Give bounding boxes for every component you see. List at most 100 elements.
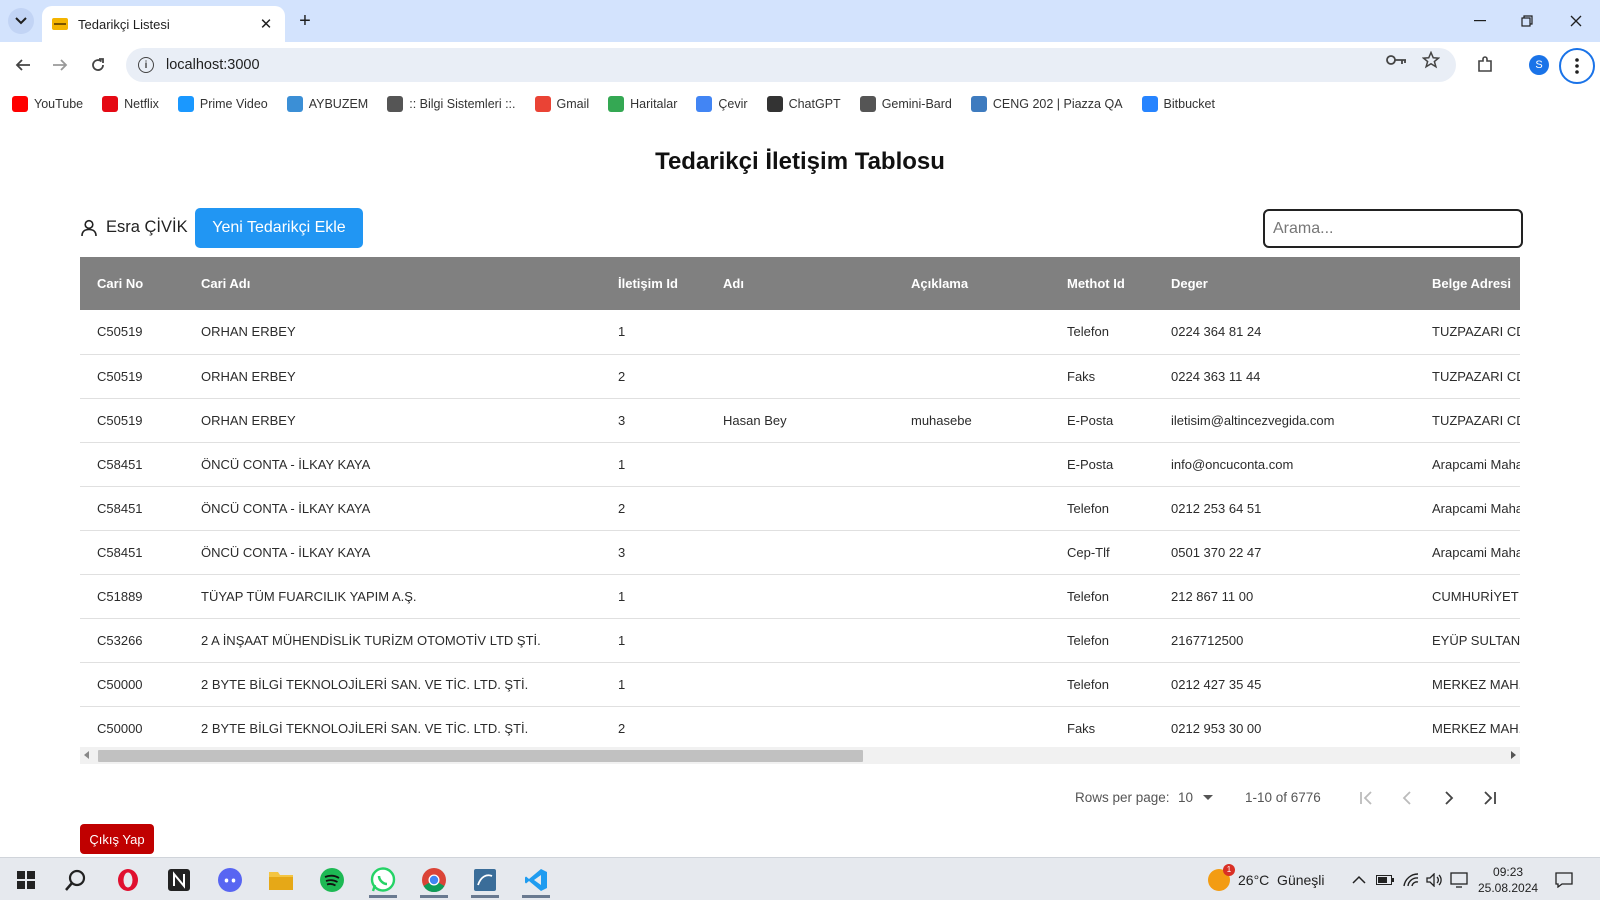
- file-explorer-icon[interactable]: [261, 862, 301, 898]
- table-cell: C50000: [97, 720, 143, 736]
- table-row[interactable]: C51889 TÜYAP TÜM FUARCILIK YAPIM A.Ş. 1 Tel…: [80, 574, 1520, 618]
- table-cell: [706, 486, 894, 530]
- table-cell: Faks: [1067, 720, 1096, 736]
- bookmark-label: :: Bilgi Sistemleri ::.: [409, 97, 516, 111]
- bookmark-item[interactable]: Bitbucket: [1141, 96, 1215, 112]
- table-cell: C58451: [97, 544, 143, 560]
- table-row[interactable]: C58451 ÖNCÜ CONTA - İLKAY KAYA 2 Telefon 021…: [80, 486, 1520, 530]
- bookmark-item[interactable]: Gemini-Bard: [859, 96, 952, 112]
- table-cell: [894, 662, 1050, 706]
- column-header[interactable]: Adı: [706, 257, 894, 310]
- bookmark-item[interactable]: Çevir: [696, 96, 748, 112]
- scroll-left-icon[interactable]: [84, 751, 89, 759]
- first-page-icon[interactable]: [1352, 784, 1380, 812]
- table-cell: [894, 310, 1050, 354]
- table-cell: C58451: [97, 500, 143, 516]
- chrome-icon[interactable]: [414, 862, 454, 898]
- column-header[interactable]: Cari No: [80, 257, 184, 310]
- system-clock[interactable]: 09:23 25.08.2024: [1478, 864, 1538, 896]
- table-row[interactable]: C53266 2 A İNŞAAT MÜHENDİSLİK TURİZM OTOM…: [80, 618, 1520, 662]
- opera-icon[interactable]: [108, 862, 148, 898]
- battery-icon[interactable]: [1376, 858, 1394, 900]
- profile-avatar[interactable]: S: [1529, 55, 1549, 75]
- spotify-icon[interactable]: [312, 862, 352, 898]
- table-row[interactable]: C58451 ÖNCÜ CONTA - İLKAY KAYA 1 E-Posta inf…: [80, 442, 1520, 486]
- tab-search-button[interactable]: [8, 8, 34, 34]
- column-header[interactable]: Methot Id: [1050, 257, 1154, 310]
- network-display-icon[interactable]: [1450, 858, 1468, 900]
- browser-tab-active[interactable]: Tedarikçi Listesi ✕: [42, 6, 285, 42]
- mysql-workbench-icon[interactable]: [465, 862, 505, 898]
- add-supplier-button[interactable]: Yeni Tedarikçi Ekle: [195, 208, 363, 248]
- column-header[interactable]: Deger: [1154, 257, 1415, 310]
- table-cell: [894, 574, 1050, 618]
- restore-icon[interactable]: [1512, 8, 1542, 34]
- last-page-icon[interactable]: [1476, 784, 1504, 812]
- horizontal-scrollbar[interactable]: [80, 747, 1520, 764]
- bookmark-item[interactable]: AYBUZEM: [286, 96, 368, 112]
- back-arrow-icon[interactable]: [8, 50, 38, 80]
- table-cell: [706, 662, 894, 706]
- table-cell: Telefon: [1067, 500, 1109, 516]
- browser-menu-button[interactable]: [1559, 48, 1595, 84]
- table-row[interactable]: C50519 ORHAN ERBEY 2 Faks 0224 363 11 44 TUZP…: [80, 354, 1520, 398]
- notifications-icon[interactable]: [1555, 858, 1573, 900]
- table-cell: [894, 618, 1050, 662]
- table-row[interactable]: C58451 ÖNCÜ CONTA - İLKAY KAYA 3 Cep-Tlf 050…: [80, 530, 1520, 574]
- site-info-icon[interactable]: i: [138, 57, 154, 73]
- bookmark-label: Haritalar: [630, 97, 678, 111]
- table-cell: 2: [618, 720, 626, 736]
- tray-chevron-up-icon[interactable]: [1352, 858, 1366, 900]
- whatsapp-icon[interactable]: [363, 862, 403, 898]
- bookmark-item[interactable]: Gmail: [534, 96, 589, 112]
- table-row[interactable]: C50000 2 BYTE BİLGİ TEKNOLOJİLERİ SAN. VE…: [80, 662, 1520, 706]
- notion-icon[interactable]: [159, 862, 199, 898]
- bookmark-item[interactable]: CENG 202 | Piazza QA: [970, 96, 1123, 112]
- next-page-icon[interactable]: [1435, 784, 1463, 812]
- volume-icon[interactable]: [1426, 858, 1444, 900]
- address-bar[interactable]: i localhost:3000: [126, 48, 1456, 82]
- table-cell: 2 A İNŞAAT MÜHENDİSLİK TURİZM OTOMOTİV L…: [201, 632, 541, 648]
- logout-button[interactable]: Çıkış Yap: [80, 824, 154, 854]
- table-cell: 2167712500: [1171, 632, 1244, 648]
- forward-arrow-icon[interactable]: [45, 50, 75, 80]
- table-cell: E-Posta: [1067, 456, 1114, 472]
- discord-icon[interactable]: [210, 862, 250, 898]
- column-header[interactable]: Açıklama: [894, 257, 1050, 310]
- search-input[interactable]: [1263, 209, 1523, 248]
- reload-icon[interactable]: [83, 50, 113, 80]
- table-cell: TUZPAZARI CD: [1432, 368, 1520, 384]
- table-cell: muhasebe: [911, 412, 972, 428]
- table-row[interactable]: C50000 2 BYTE BİLGİ TEKNOLOJİLERİ SAN. VE…: [80, 706, 1520, 750]
- bookmark-item[interactable]: Netflix: [102, 96, 159, 112]
- extensions-puzzle-icon[interactable]: [1472, 52, 1498, 78]
- windows-start-icon[interactable]: [6, 862, 46, 898]
- table-cell: TÜYAP TÜM FUARCILIK YAPIM A.Ş.: [201, 588, 417, 604]
- column-header[interactable]: Cari Adı: [184, 257, 601, 310]
- bookmark-item[interactable]: ChatGPT: [766, 96, 841, 112]
- scrollbar-thumb[interactable]: [98, 750, 863, 762]
- scroll-right-icon[interactable]: [1511, 751, 1516, 759]
- previous-page-icon[interactable]: [1393, 784, 1421, 812]
- table-row[interactable]: C50519 ORHAN ERBEY 3 Hasan Bey muhasebe E-Pos…: [80, 398, 1520, 442]
- table-cell: 0212 953 30 00: [1171, 720, 1262, 736]
- search-icon[interactable]: [56, 862, 96, 898]
- minimize-icon[interactable]: [1465, 8, 1495, 34]
- rows-per-page-select[interactable]: 10: [1178, 790, 1214, 805]
- table-cell: C58451: [97, 456, 143, 472]
- weather-widget[interactable]: 1 26°C Güneşli: [1208, 858, 1325, 900]
- password-key-icon[interactable]: [1384, 50, 1410, 70]
- bookmark-item[interactable]: Prime Video: [177, 96, 268, 112]
- table-row[interactable]: C50519 ORHAN ERBEY 1 Telefon 0224 364 81 24 T…: [80, 310, 1520, 354]
- bookmark-item[interactable]: :: Bilgi Sistemleri ::.: [387, 96, 516, 112]
- new-tab-button[interactable]: +: [294, 10, 316, 32]
- tab-close-icon[interactable]: ✕: [257, 15, 275, 33]
- vscode-icon[interactable]: [516, 862, 556, 898]
- column-header[interactable]: İletişim Id: [601, 257, 706, 310]
- column-header[interactable]: Belge Adresi: [1415, 257, 1520, 310]
- window-close-icon[interactable]: [1561, 8, 1591, 34]
- wifi-icon[interactable]: [1403, 858, 1419, 900]
- bookmark-star-icon[interactable]: [1418, 50, 1444, 70]
- bookmark-item[interactable]: Haritalar: [608, 96, 677, 112]
- bookmark-item[interactable]: YouTube: [12, 96, 83, 112]
